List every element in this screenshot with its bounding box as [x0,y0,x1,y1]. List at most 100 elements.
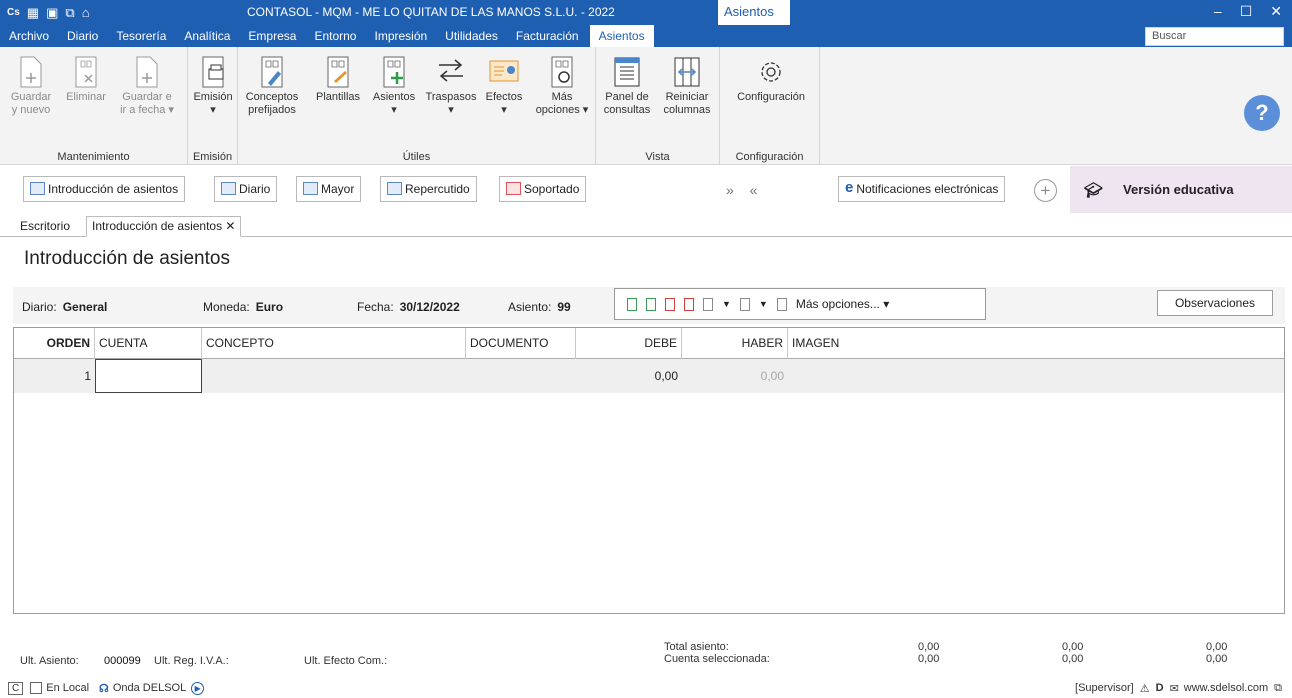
group-label-emision: Emisión [192,151,233,163]
asientos-grid: ORDEN CUENTA CONCEPTO DOCUMENTO DEBE HAB… [13,327,1285,614]
menu-diario[interactable]: Diario [58,25,107,47]
repercutido-icon [387,182,402,195]
windows-icon[interactable]: ⧉ [1274,682,1282,695]
ribbon-group-utiles: Conceptos prefijados Plantillas Asientos… [238,47,596,165]
insert-row-after-icon[interactable] [646,297,656,311]
tab-introduccion-asientos[interactable]: Introducción de asientos ✕ [86,216,242,237]
more-options-icon [776,297,787,311]
window-controls: – ☐ ✕ [1214,3,1282,20]
menu-asientos[interactable]: Asientos [589,25,654,47]
mas-opciones-button[interactable]: Más opciones ▾ [532,55,592,117]
warning-icon[interactable]: ⚠ [1140,682,1150,695]
col-cuenta[interactable]: CUENTA [95,328,202,359]
menu-analitica[interactable]: Analítica [175,25,239,47]
panel-consultas-button[interactable]: Panel de consultas [598,55,656,117]
eliminar-button[interactable]: Eliminar [62,55,110,104]
menu-empresa[interactable]: Empresa [239,25,305,47]
document-add-icon [383,56,405,88]
delete-row-icon[interactable] [665,297,675,311]
minimize-button[interactable]: – [1214,3,1222,20]
ult-asiento-label: Ult. Asiento: [20,655,79,667]
col-debe[interactable]: DEBE [576,328,682,359]
col-documento[interactable]: DOCUMENTO [466,328,576,359]
menu-archivo[interactable]: Archivo [0,25,58,47]
table-row[interactable]: 1 0,00 0,00 [14,359,1284,393]
graduation-cap-icon: 🎓︎ [1084,181,1104,199]
asientos-button[interactable]: Asientos ▾ [370,55,418,117]
add-shortcut-button[interactable]: + [1034,179,1057,202]
group-label-mantenimiento: Mantenimiento [57,151,130,163]
cuenta-input[interactable] [95,359,202,393]
search-input[interactable]: Buscar [1145,27,1284,46]
save-icon[interactable]: ▣ [46,5,58,21]
configuracion-button[interactable]: Configuración [730,55,812,104]
chevron-down-icon[interactable]: ▼ [722,299,731,309]
col-imagen[interactable]: IMAGEN [788,328,1284,359]
soportado-shortcut[interactable]: Soportado [499,176,587,202]
quick-access-toolbar: Cs ▦ ▣ ⧉ ⌂ [0,5,230,21]
traspasos-button[interactable]: Traspasos ▾ [424,55,478,117]
total-debe: 0,00 [918,641,940,653]
maximize-button[interactable]: ☐ [1240,3,1253,20]
mayor-shortcut[interactable]: Mayor [296,176,362,202]
help-icon[interactable]: ? [1244,95,1280,131]
columns-reset-icon [674,57,700,87]
observaciones-button[interactable]: Observaciones [1157,290,1273,316]
insert-row-icon[interactable] [627,297,637,311]
guardar-fecha-button[interactable]: Guardar e ir a fecha ▾ [114,55,180,117]
moneda-info: Moneda: Euro [203,300,284,314]
context-tab-asientos[interactable]: Asientos [718,0,790,25]
en-local-label: En Local [46,682,90,694]
lock-icon[interactable]: ⌂ [82,5,90,20]
calendar-icon[interactable]: ▦ [27,5,39,21]
diario-shortcut[interactable]: Diario [214,176,278,202]
menu-utilidades[interactable]: Utilidades [436,25,507,47]
menu-facturacion[interactable]: Facturación [507,25,588,47]
play-icon[interactable]: ▶ [191,681,205,695]
clear-row-icon[interactable] [684,297,694,311]
cell-debe[interactable]: 0,00 [576,359,682,393]
mail-icon[interactable]: ✉ [1170,682,1179,695]
menu-entorno[interactable]: Entorno [305,25,365,47]
reiniciar-columnas-button[interactable]: Reiniciar columnas [658,55,716,117]
close-button[interactable]: ✕ [1270,3,1282,20]
introduccion-asientos-shortcut[interactable]: Introducción de asientos [23,176,186,202]
cell-haber[interactable]: 0,00 [682,359,788,393]
row-tools-bar: ▼ ▼ Más opciones... ▾ [614,288,986,320]
document-gear-icon [551,56,573,88]
menu-tesoreria[interactable]: Tesorería [107,25,175,47]
ie-icon: e [845,179,854,196]
delete-document-icon [75,56,97,88]
tab-escritorio[interactable]: Escritorio [15,217,75,235]
open-icon[interactable]: ⧉ [65,5,74,21]
document-brush-icon [327,56,349,88]
window-title: CONTASOL - MQM - ME LO QUITAN DE LAS MAN… [247,5,615,19]
menu-bar: Archivo Diario Tesorería Analítica Empre… [0,25,1292,47]
guardar-nuevo-button[interactable]: Guardar y nuevo [2,55,60,117]
entry-info-bar: Diario: General Moneda: Euro Fecha: 30/12/2… [13,287,1285,324]
repercutido-shortcut[interactable]: Repercutido [380,176,477,202]
delsol-icon[interactable]: D [1156,682,1164,694]
col-orden[interactable]: ORDEN [14,328,95,359]
local-checkbox[interactable] [30,682,43,694]
total-saldo: 0,00 [1206,641,1228,653]
plantillas-button[interactable]: Plantillas [310,55,366,104]
efectos-button[interactable]: Efectos ▾ [482,55,526,117]
col-concepto[interactable]: CONCEPTO [202,328,466,359]
collapse-arrows[interactable]: » « [726,182,763,198]
notificaciones-shortcut[interactable]: e Notificaciones electrónicas [838,176,1006,202]
ribbon-group-vista: Panel de consultas Reiniciar columnas Vi… [596,47,720,165]
chevron-down-icon[interactable]: ▼ [759,299,768,309]
conceptos-prefijados-button[interactable]: Conceptos prefijados [242,55,302,117]
menu-impresion[interactable]: Impresión [365,25,436,47]
grid-header: ORDEN CUENTA CONCEPTO DOCUMENTO DEBE HAB… [14,328,1284,359]
supervisor-label: [Supervisor] [1075,682,1134,694]
website-link[interactable]: www.sdelsol.com [1184,682,1268,694]
col-haber[interactable]: HABER [682,328,788,359]
emision-button[interactable]: Emisión ▾ [190,55,236,117]
shortcut-bar: Introducción de asientos Diario Mayor Re… [0,166,1292,213]
copy-row-icon[interactable] [703,297,713,311]
mas-opciones-dropdown[interactable]: Más opciones... ▾ [796,297,889,311]
paste-row-icon[interactable] [739,297,750,311]
document-tabs: Escritorio Introducción de asientos ✕ [0,213,1292,237]
